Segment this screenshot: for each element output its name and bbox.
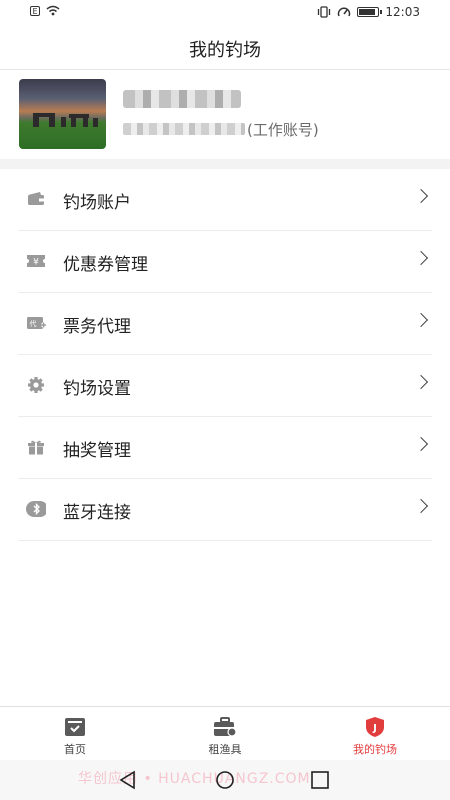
status-time: 12:03 <box>385 5 420 19</box>
section-divider <box>0 159 450 169</box>
chevron-right-icon <box>413 374 429 390</box>
page-title: 我的钓场 <box>189 40 261 61</box>
work-account-label: (工作账号) <box>247 120 319 139</box>
home-circle-icon[interactable] <box>215 770 235 790</box>
ticket-icon: 代 <box>27 317 46 329</box>
status-bar: E 12:03 <box>0 0 450 24</box>
coupon-icon: ¥ <box>27 255 45 268</box>
toolbox-icon <box>214 717 237 737</box>
tab-rent-gear[interactable]: 租渔具 <box>150 707 300 761</box>
tab-my-fishing-ground[interactable]: J 我的钓场 <box>300 707 450 761</box>
home-box-icon <box>65 718 85 736</box>
wallet-icon <box>28 192 44 205</box>
header: 我的钓场 <box>0 24 450 70</box>
tab-label: 我的钓场 <box>353 743 397 756</box>
svg-text:¥: ¥ <box>33 258 39 268</box>
system-nav-bar: 华创应用 • HUACHUANGZ.COM <box>0 760 450 800</box>
menu-item-account[interactable]: 钓场账户 <box>18 169 432 231</box>
menu-item-ticket-agency[interactable]: 代 票务代理 <box>18 293 432 355</box>
menu-item-label: 蓝牙连接 <box>63 503 131 523</box>
menu-item-coupons[interactable]: ¥ 优惠券管理 <box>18 231 432 293</box>
recents-square-icon[interactable] <box>310 770 330 790</box>
menu-item-label: 抽奖管理 <box>63 441 131 461</box>
phone-number-redacted <box>123 123 245 135</box>
menu-item-bluetooth[interactable]: 蓝牙连接 <box>18 479 432 541</box>
gift-icon <box>28 440 44 455</box>
shield-j-icon: J <box>366 717 384 737</box>
chevron-right-icon <box>413 312 429 328</box>
watermark-text: 华创应用 • HUACHUANGZ.COM <box>78 771 311 787</box>
sim-icon: E <box>30 5 40 16</box>
menu-item-settings[interactable]: 钓场设置 <box>18 355 432 417</box>
chevron-right-icon <box>413 250 429 266</box>
bottom-tab-bar: 首页 租渔具 J 我的钓场 <box>0 706 450 761</box>
tab-label: 租渔具 <box>208 743 242 756</box>
tab-label: 首页 <box>64 743 86 756</box>
avatar[interactable] <box>19 79 106 149</box>
chevron-right-icon <box>413 188 429 204</box>
menu-item-label: 票务代理 <box>63 317 131 337</box>
svg-text:代: 代 <box>30 319 37 328</box>
menu-item-label: 钓场账户 <box>63 193 131 213</box>
battery-icon <box>357 7 383 17</box>
speed-gauge-icon <box>338 7 351 17</box>
bluetooth-icon <box>26 501 46 517</box>
menu-list: 钓场账户 ¥ 优惠券管理 代 票务代理 钓场设置 抽奖管理 蓝牙连接 <box>0 169 450 541</box>
profile-card[interactable]: (工作账号) <box>0 70 450 159</box>
menu-item-label: 钓场设置 <box>63 379 131 399</box>
wifi-icon <box>46 5 60 16</box>
chevron-right-icon <box>413 436 429 452</box>
gear-icon <box>28 377 44 393</box>
svg-text:J: J <box>372 723 377 734</box>
tab-home[interactable]: 首页 <box>0 707 150 761</box>
vibrate-icon <box>318 6 331 18</box>
user-name-redacted <box>123 90 241 108</box>
menu-item-lottery[interactable]: 抽奖管理 <box>18 417 432 479</box>
back-triangle-icon[interactable] <box>118 770 138 790</box>
chevron-right-icon <box>413 498 429 514</box>
menu-item-label: 优惠券管理 <box>63 255 148 275</box>
